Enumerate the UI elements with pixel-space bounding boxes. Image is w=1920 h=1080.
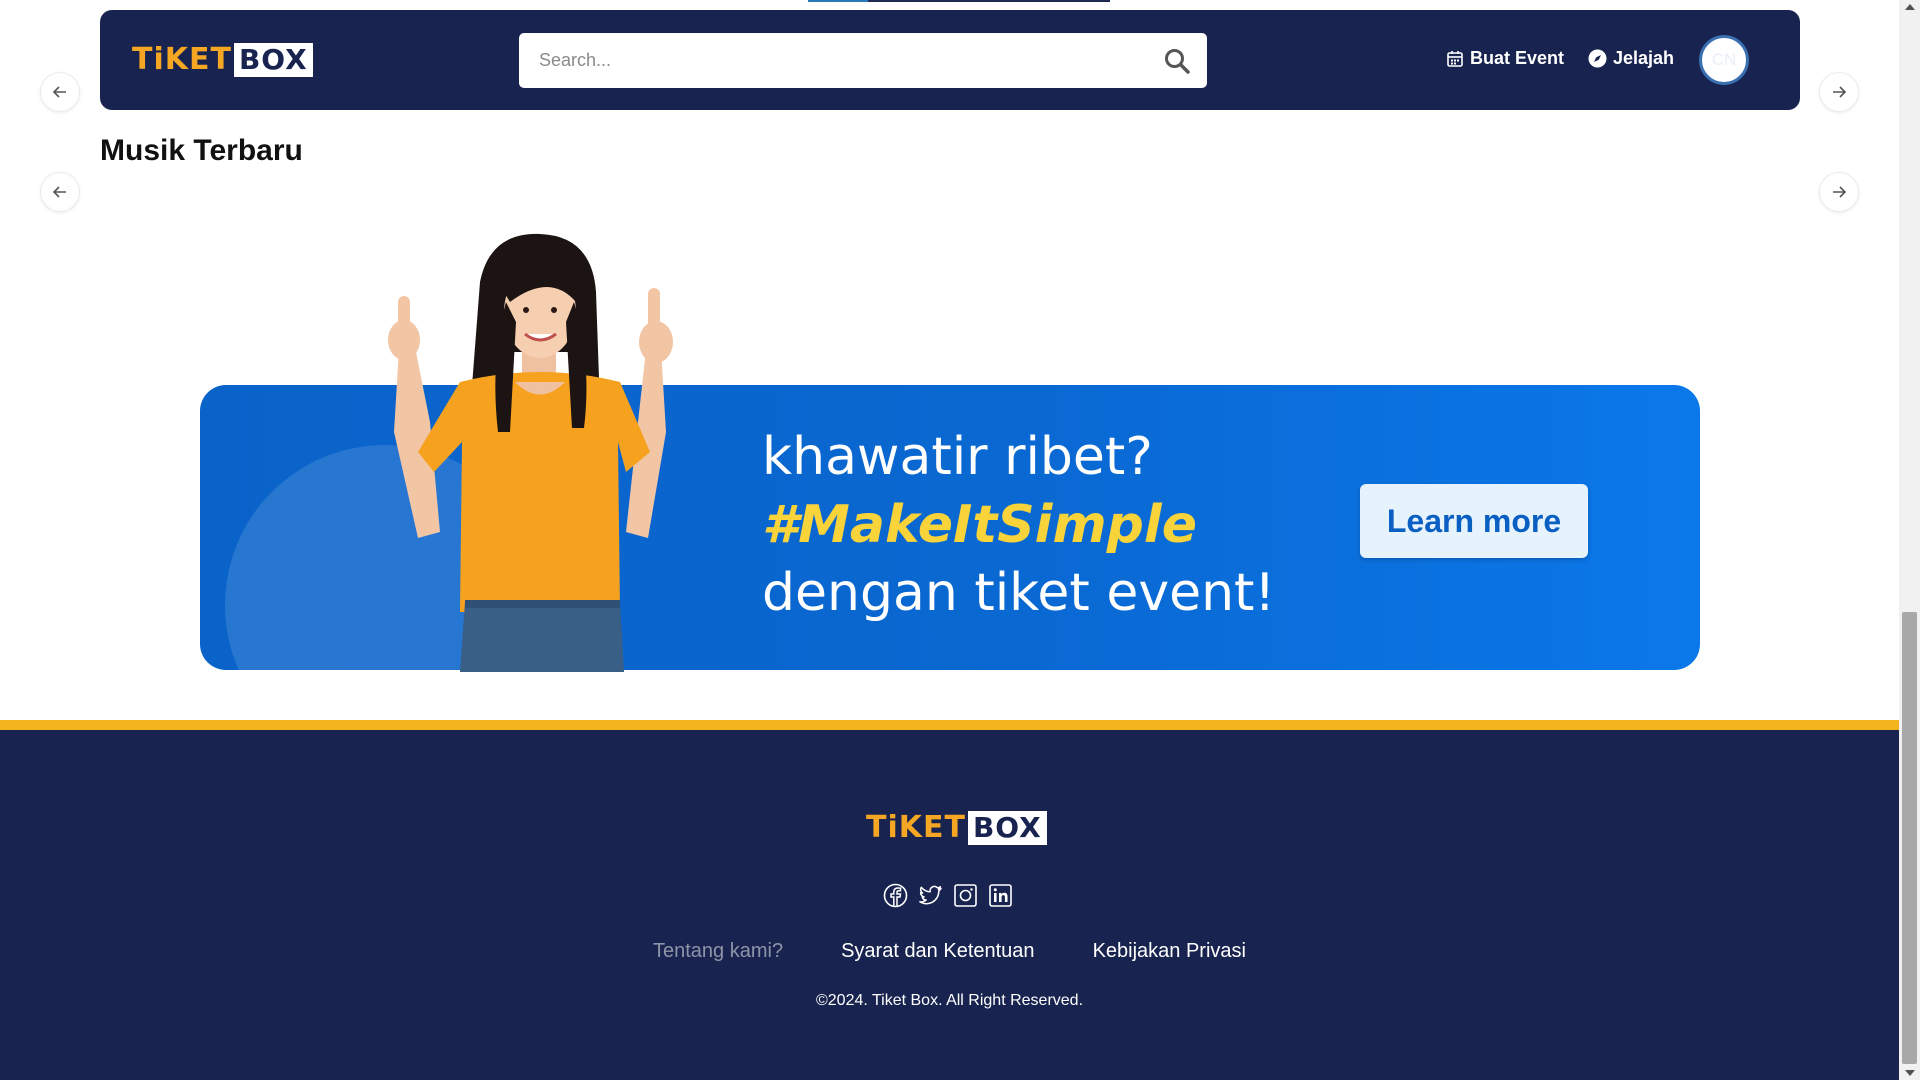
- top-strip: [808, 0, 1110, 2]
- avatar[interactable]: CN: [1699, 35, 1749, 85]
- linkedin-icon[interactable]: [988, 883, 1013, 908]
- social-links: [883, 883, 1013, 908]
- arrow-right-icon: [1833, 186, 1847, 198]
- prev-arrow-button[interactable]: [40, 72, 80, 112]
- section-title: Musik Terbaru: [100, 134, 303, 167]
- search-bar: [519, 33, 1207, 88]
- instagram-icon[interactable]: [953, 883, 978, 908]
- banner-text: khawatir ribet? #MakeItSimple dengan tik…: [762, 423, 1275, 627]
- logo[interactable]: TiKET BOX: [132, 42, 313, 77]
- calendar-icon: [1447, 50, 1463, 67]
- compass-icon: [1588, 49, 1607, 68]
- twitter-icon[interactable]: [918, 883, 943, 908]
- arrow-right-icon: [1833, 86, 1847, 98]
- footer-logo-text-left: TiKET: [866, 810, 966, 845]
- footer-link-syarat[interactable]: Syarat dan Ketentuan: [841, 940, 1034, 963]
- facebook-icon[interactable]: [883, 883, 908, 908]
- footer: TiKET BOX Tentang kami? Syarat dan Keten…: [0, 730, 1899, 1080]
- learn-more-button[interactable]: Learn more: [1360, 484, 1588, 558]
- scroll-down-icon[interactable]: [1905, 1070, 1915, 1076]
- arrow-left-icon: [52, 186, 66, 198]
- footer-logo[interactable]: TiKET BOX: [866, 810, 1047, 845]
- footer-logo-text-right: BOX: [967, 810, 1047, 845]
- next-arrow-button[interactable]: [1819, 72, 1859, 112]
- banner-line-1: khawatir ribet?: [762, 427, 1153, 487]
- search-icon[interactable]: [1163, 47, 1191, 75]
- page: TiKET BOX Buat Event: [0, 0, 1899, 1080]
- carousel-prev-button[interactable]: [40, 172, 80, 212]
- navbar: TiKET BOX Buat Event: [100, 10, 1800, 110]
- footer-accent-bar: [0, 720, 1899, 730]
- arrow-left-icon: [52, 86, 66, 98]
- scroll-up-icon[interactable]: [1905, 4, 1915, 10]
- copyright: ©2024. Tiket Box. All Right Reserved.: [815, 992, 1084, 1009]
- person-illustration: [388, 233, 673, 672]
- banner-line-3: dengan tiket event!: [762, 563, 1276, 623]
- footer-link-tentang[interactable]: Tentang kami?: [653, 940, 783, 963]
- logo-text-left: TiKET: [132, 42, 232, 77]
- buat-event-link[interactable]: Buat Event: [1446, 48, 1564, 69]
- avatar-initials: CN: [1711, 50, 1737, 69]
- search-input[interactable]: [519, 33, 1139, 88]
- scrollbar-thumb[interactable]: [1902, 612, 1917, 1064]
- jelajah-label: Jelajah: [1613, 48, 1675, 68]
- logo-text-right: BOX: [233, 42, 313, 77]
- jelajah-link[interactable]: Jelajah: [1588, 48, 1674, 69]
- buat-event-label: Buat Event: [1470, 48, 1565, 68]
- carousel-next-button[interactable]: [1819, 172, 1859, 212]
- footer-links: Tentang kami? Syarat dan Ketentuan Kebij…: [0, 940, 1899, 963]
- scrollbar[interactable]: [1899, 0, 1920, 1080]
- footer-link-privasi[interactable]: Kebijakan Privasi: [1093, 940, 1246, 963]
- banner-line-2: #MakeItSimple: [762, 495, 1197, 555]
